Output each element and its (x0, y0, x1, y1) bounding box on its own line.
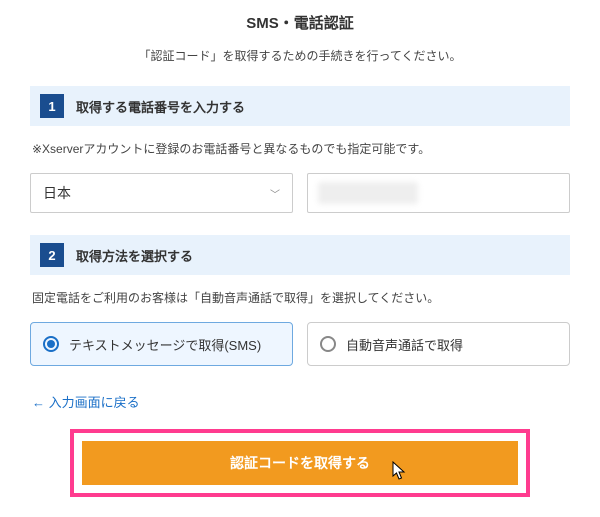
page-subtitle: 「認証コード」を取得するための手続きを行ってください。 (30, 47, 570, 64)
phone-blurred-value (318, 182, 418, 204)
radio-option-sms[interactable]: テキストメッセージで取得(SMS) (30, 322, 293, 366)
radio-sms-label: テキストメッセージで取得(SMS) (69, 335, 261, 354)
step1-header: 1 取得する電話番号を入力する (30, 86, 570, 126)
step1-number: 1 (40, 94, 64, 118)
step1-label: 取得する電話番号を入力する (76, 97, 245, 116)
country-select[interactable]: 日本 ﹀ (30, 173, 293, 213)
submit-highlight: 認証コードを取得する (70, 429, 530, 497)
step2-label: 取得方法を選択する (76, 246, 193, 265)
radio-icon (320, 336, 336, 352)
radio-option-voice[interactable]: 自動音声通話で取得 (307, 322, 570, 366)
step1-note: ※Xserverアカウントに登録のお電話番号と異なるものでも指定可能です。 (32, 140, 570, 157)
country-value: 日本 (43, 183, 71, 203)
radio-icon (43, 336, 59, 352)
step2-number: 2 (40, 243, 64, 267)
page-title: SMS・電話認証 (30, 12, 570, 33)
chevron-down-icon: ﹀ (270, 186, 280, 201)
back-link[interactable]: ← 入力画面に戻る (32, 392, 570, 411)
radio-voice-label: 自動音声通話で取得 (346, 335, 463, 354)
step2-note: 固定電話をご利用のお客様は「自動音声通話で取得」を選択してください。 (32, 289, 570, 306)
step2-header: 2 取得方法を選択する (30, 235, 570, 275)
phone-input[interactable] (307, 173, 570, 213)
submit-label: 認証コードを取得する (230, 453, 370, 473)
submit-button[interactable]: 認証コードを取得する (82, 441, 518, 485)
